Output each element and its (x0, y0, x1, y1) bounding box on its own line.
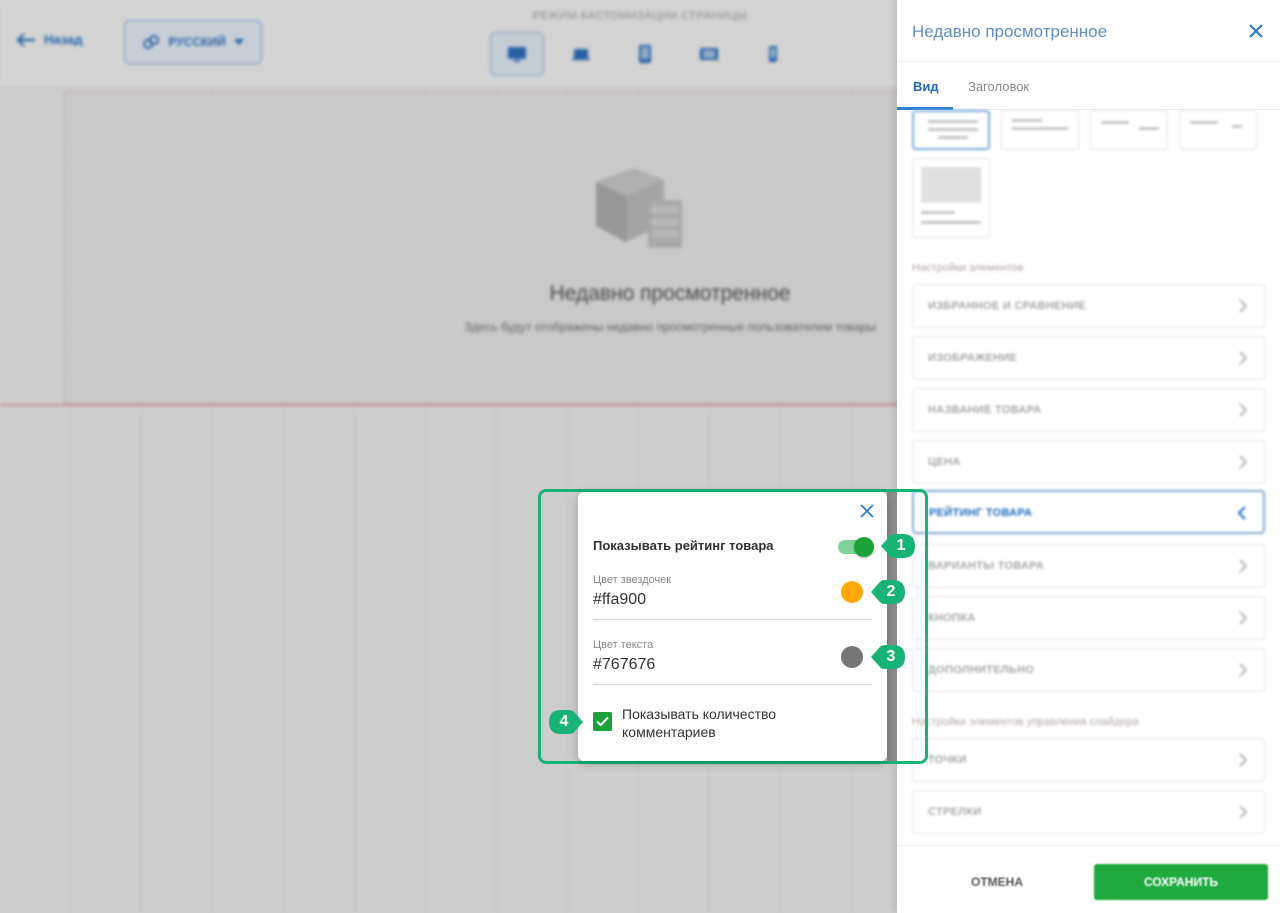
chevron-right-icon (1239, 805, 1248, 819)
row-product-variants[interactable]: ВАРИАНТЫ ТОВАРА (912, 544, 1265, 588)
chevron-right-icon (1239, 753, 1248, 767)
row-price[interactable]: ЦЕНА (912, 440, 1265, 484)
tab-header[interactable]: Заголовок (968, 79, 1029, 94)
row-arrows[interactable]: СТРЕЛКИ (912, 790, 1265, 834)
row-product-name[interactable]: НАЗВАНИЕ ТОВАРА (912, 388, 1265, 432)
star-color-swatch[interactable] (841, 581, 863, 603)
tab-view[interactable]: Вид (913, 79, 939, 94)
star-color-label: Цвет звездочек (593, 574, 672, 586)
page-canvas: Назад РУССКИЙ РЕЖИМ КАСТОМИЗАЦИИ СТРАНИЦ… (0, 0, 897, 913)
checkmark-icon (596, 716, 609, 727)
layout-option-1[interactable] (912, 110, 990, 150)
slider-section-label: Настройки элементов управления слайдера (912, 716, 1139, 728)
show-comments-checkbox[interactable] (593, 712, 612, 731)
chevron-right-icon (1239, 351, 1248, 365)
rating-settings-popover: Показывать рейтинг товара Цвет звездочек… (578, 492, 887, 761)
panel-header: Недавно просмотренное (897, 0, 1280, 62)
show-rating-label: Показывать рейтинг товара (593, 538, 774, 553)
star-color-field: Цвет звездочек (593, 574, 872, 620)
elements-section-label: Настройки элементов (912, 262, 1024, 274)
chevron-right-icon (1239, 559, 1248, 573)
save-button[interactable]: СОХРАНИТЬ (1094, 864, 1268, 900)
row-additional[interactable]: ДОПОЛНИТЕЛЬНО (912, 648, 1265, 692)
callout-2: 2 (868, 577, 908, 607)
chevron-left-icon (1237, 506, 1246, 520)
text-color-input[interactable] (593, 656, 823, 674)
dim-overlay (0, 0, 897, 913)
callout-4: 4 (546, 707, 586, 737)
callout-1: 1 (878, 531, 918, 561)
chevron-right-icon (1239, 299, 1248, 313)
chevron-right-icon (1239, 663, 1248, 677)
text-color-swatch[interactable] (841, 646, 863, 668)
chevron-right-icon (1239, 455, 1248, 469)
settings-panel: Недавно просмотренное Вид Заголовок Наст… (897, 0, 1280, 913)
chevron-right-icon (1239, 403, 1248, 417)
close-icon[interactable] (1247, 22, 1265, 40)
panel-body: Настройки элементов ИЗБРАННОЕ И СРАВНЕНИ… (897, 110, 1280, 845)
panel-footer: ОТМЕНА СОХРАНИТЬ (897, 845, 1280, 913)
chevron-right-icon (1239, 611, 1248, 625)
layout-option-3[interactable] (1090, 110, 1168, 150)
row-favorites-compare[interactable]: ИЗБРАННОЕ И СРАВНЕНИЕ (912, 284, 1265, 328)
show-rating-toggle[interactable] (838, 537, 874, 557)
row-image[interactable]: ИЗОБРАЖЕНИЕ (912, 336, 1265, 380)
cancel-button[interactable]: ОТМЕНА (927, 864, 1067, 900)
layout-option-2[interactable] (1001, 110, 1079, 150)
callout-3: 3 (868, 642, 908, 672)
show-comments-label: Показывать количество комментариев (622, 706, 777, 740)
row-product-rating[interactable]: РЕЙТИНГ ТОВАРА (912, 490, 1265, 534)
toggle-knob (854, 537, 874, 557)
star-color-input[interactable] (593, 591, 823, 609)
row-dots[interactable]: ТОЧКИ (912, 738, 1265, 782)
close-icon[interactable] (859, 503, 875, 519)
row-button[interactable]: КНОПКА (912, 596, 1265, 640)
layout-option-5[interactable] (912, 158, 990, 238)
text-color-label: Цвет текста (593, 639, 654, 651)
text-color-field: Цвет текста (593, 639, 872, 685)
panel-title: Недавно просмотренное (912, 22, 1108, 41)
layout-option-4[interactable] (1179, 110, 1257, 150)
panel-tabs: Вид Заголовок (897, 62, 1280, 110)
